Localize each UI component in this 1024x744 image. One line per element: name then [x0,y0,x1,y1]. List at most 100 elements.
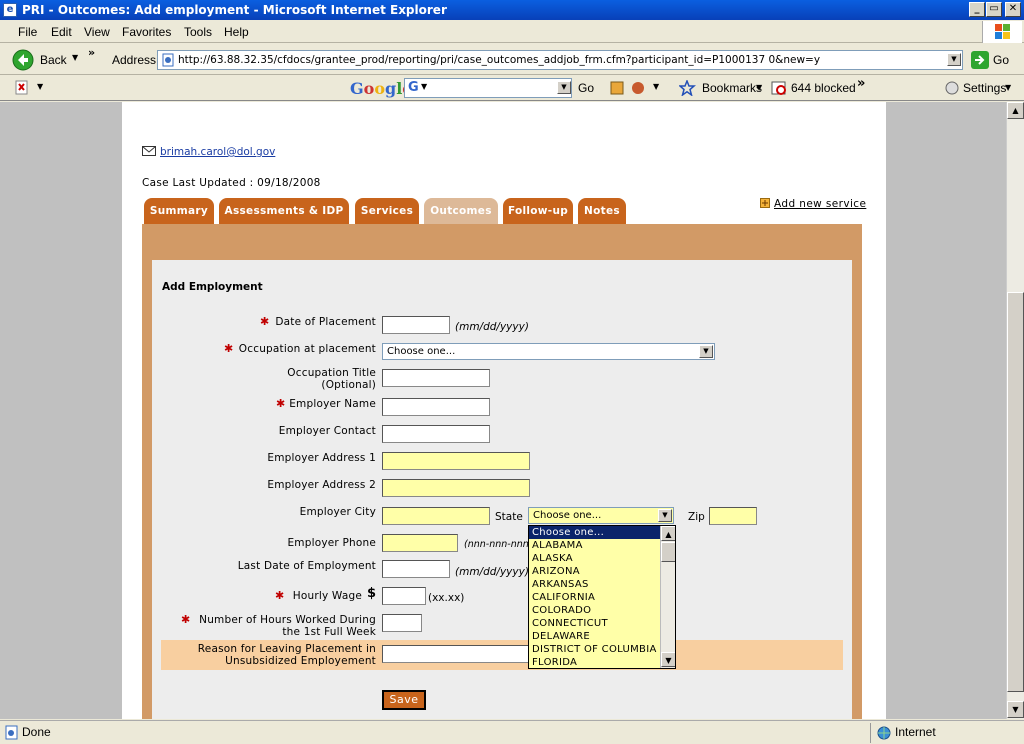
settings-button[interactable]: Settings [963,81,1006,95]
state-option[interactable]: CONNECTICUT [529,617,675,630]
menu-view[interactable]: View [84,25,110,39]
state-option[interactable]: FLORIDA [529,656,675,668]
menu-edit[interactable]: Edit [51,25,72,39]
go-button[interactable]: Go [993,53,1009,67]
tab-outcomes[interactable]: Outcomes [424,198,498,224]
state-option[interactable]: ARKANSAS [529,578,675,591]
dropdown-scroll-down-icon[interactable]: ▼ [661,652,675,667]
save-button[interactable]: Save [382,690,426,710]
state-dropdown-icon[interactable]: ▼ [658,509,672,522]
state-select-value: Choose one... [533,510,602,521]
address-field[interactable]: http://63.88.32.35/cfdocs/grantee_prod/r… [157,50,963,70]
pdf-dropdown-icon[interactable]: ▼ [37,82,43,91]
state-option[interactable]: ARIZONA [529,565,675,578]
hours-worked-input[interactable] [382,614,422,632]
state-option[interactable]: DISTRICT OF COLUMBIA [529,643,675,656]
zip-input[interactable] [709,507,757,525]
reason-leaving-label-2: Unsubsidized Employement [225,655,376,667]
occupation-select[interactable]: Choose one... ▼ [382,343,715,360]
settings-dropdown-icon[interactable]: ▼ [1005,83,1011,92]
date-placement-label: Date of Placement [275,316,376,328]
dropdown-scroll-up-icon[interactable]: ▲ [661,526,675,541]
close-button[interactable]: ✕ [1005,2,1021,17]
phone-format-hint: (nnn-nnn-nnn [464,539,529,550]
google-search-input[interactable]: G ▼ ▼ [404,78,572,98]
hours-worked-label: Number of Hours Worked During [199,614,376,626]
email-envelope-icon [142,146,156,156]
state-option[interactable]: ALABAMA [529,539,675,552]
reason-leaving-label: Reason for Leaving Placement in [197,643,376,655]
address-dropdown-icon[interactable]: ▼ [947,53,961,66]
go-arrow-icon[interactable] [971,51,989,69]
page-scrollbar[interactable]: ▲ ▼ [1006,102,1024,719]
windows-logo-icon [982,21,1022,43]
dropdown-scroll-thumb[interactable] [661,542,675,562]
bookmarks-button[interactable]: Bookmarks [702,81,762,95]
popup-blocked-count[interactable]: 644 blocked [791,81,856,95]
menu-tools[interactable]: Tools [184,25,212,39]
menu-file[interactable]: File [18,25,37,39]
employer-address2-input[interactable] [382,479,530,497]
maximize-button[interactable]: ▭ [986,2,1002,17]
email-link[interactable]: brimah.carol@dol.gov [160,146,275,158]
news-icon[interactable] [610,80,624,96]
dropdown-scrollbar[interactable]: ▲ ▼ [660,526,675,668]
employer-city-input[interactable] [382,507,490,525]
employer-contact-label: Employer Contact [278,425,376,437]
search-history-dropdown-icon[interactable]: ▼ [557,81,571,94]
add-plus-icon [760,198,770,208]
scroll-down-icon[interactable]: ▼ [1007,701,1024,718]
menu-favorites[interactable]: Favorites [122,25,171,39]
employer-address1-input[interactable] [382,452,530,470]
state-option[interactable]: COLORADO [529,604,675,617]
state-dropdown-list[interactable]: Choose one... ALABAMA ALASKA ARIZONA ARK… [528,525,676,669]
bookmarks-star-icon [679,80,696,96]
employer-name-input[interactable] [382,398,490,416]
menu-help[interactable]: Help [224,25,249,39]
scroll-thumb[interactable] [1007,292,1024,692]
reason-leaving-select[interactable] [382,645,532,663]
occupation-dropdown-icon[interactable]: ▼ [699,345,713,358]
employer-phone-input[interactable] [382,534,458,552]
state-select[interactable]: Choose one... ▼ [528,507,674,524]
back-dropdown-icon[interactable]: ▼ [72,53,78,62]
date-placement-input[interactable] [382,316,450,334]
add-new-service-link[interactable]: Add new service [774,198,866,210]
title-bar: e PRI - Outcomes: Add employment - Micro… [0,0,1024,20]
state-option[interactable]: CALIFORNIA [529,591,675,604]
chevron-more-icon[interactable]: » [857,76,865,91]
back-arrow-icon [12,49,34,71]
occupation-select-value: Choose one... [387,346,456,357]
state-option[interactable]: ALASKA [529,552,675,565]
tab-notes[interactable]: Notes [578,198,626,224]
pagerank-dropdown-icon[interactable]: ▼ [653,82,659,91]
search-type-dropdown-icon[interactable]: ▼ [421,82,427,91]
state-option[interactable]: Choose one... [529,526,675,539]
chevron-more-icon[interactable]: » [88,46,95,59]
scroll-up-icon[interactable]: ▲ [1007,102,1024,119]
google-toolbar: ▼ Google G ▼ ▼ Go ▼ Bookmarks ▼ 644 bloc… [0,75,1024,101]
tab-assessments[interactable]: Assessments & IDP [219,198,349,224]
last-date-input[interactable] [382,560,450,578]
tab-services[interactable]: Services [355,198,419,224]
occupation-title-input[interactable] [382,369,490,387]
bookmarks-dropdown-icon[interactable]: ▼ [756,83,762,92]
hourly-wage-input[interactable] [382,587,426,605]
back-button[interactable]: Back ▼ [6,49,86,71]
employer-contact-input[interactable] [382,425,490,443]
tab-follow-up[interactable]: Follow-up [503,198,573,224]
employer-phone-label: Employer Phone [287,537,376,549]
pagerank-icon[interactable] [630,80,646,96]
last-date-label: Last Date of Employment [237,560,376,572]
settings-icon [945,81,959,95]
case-last-updated: Case Last Updated : 09/18/2008 [142,177,321,189]
tab-summary[interactable]: Summary [144,198,214,224]
minimize-button[interactable]: _ [969,2,985,17]
state-option[interactable]: DELAWARE [529,630,675,643]
pdf-icon[interactable] [14,80,34,96]
page-done-icon [5,725,18,740]
wage-format-hint: (xx.xx) [428,592,465,604]
occupation-label: Occupation at placement [238,343,376,355]
google-go-button[interactable]: Go [578,81,594,95]
popup-blocker-icon [771,81,786,95]
